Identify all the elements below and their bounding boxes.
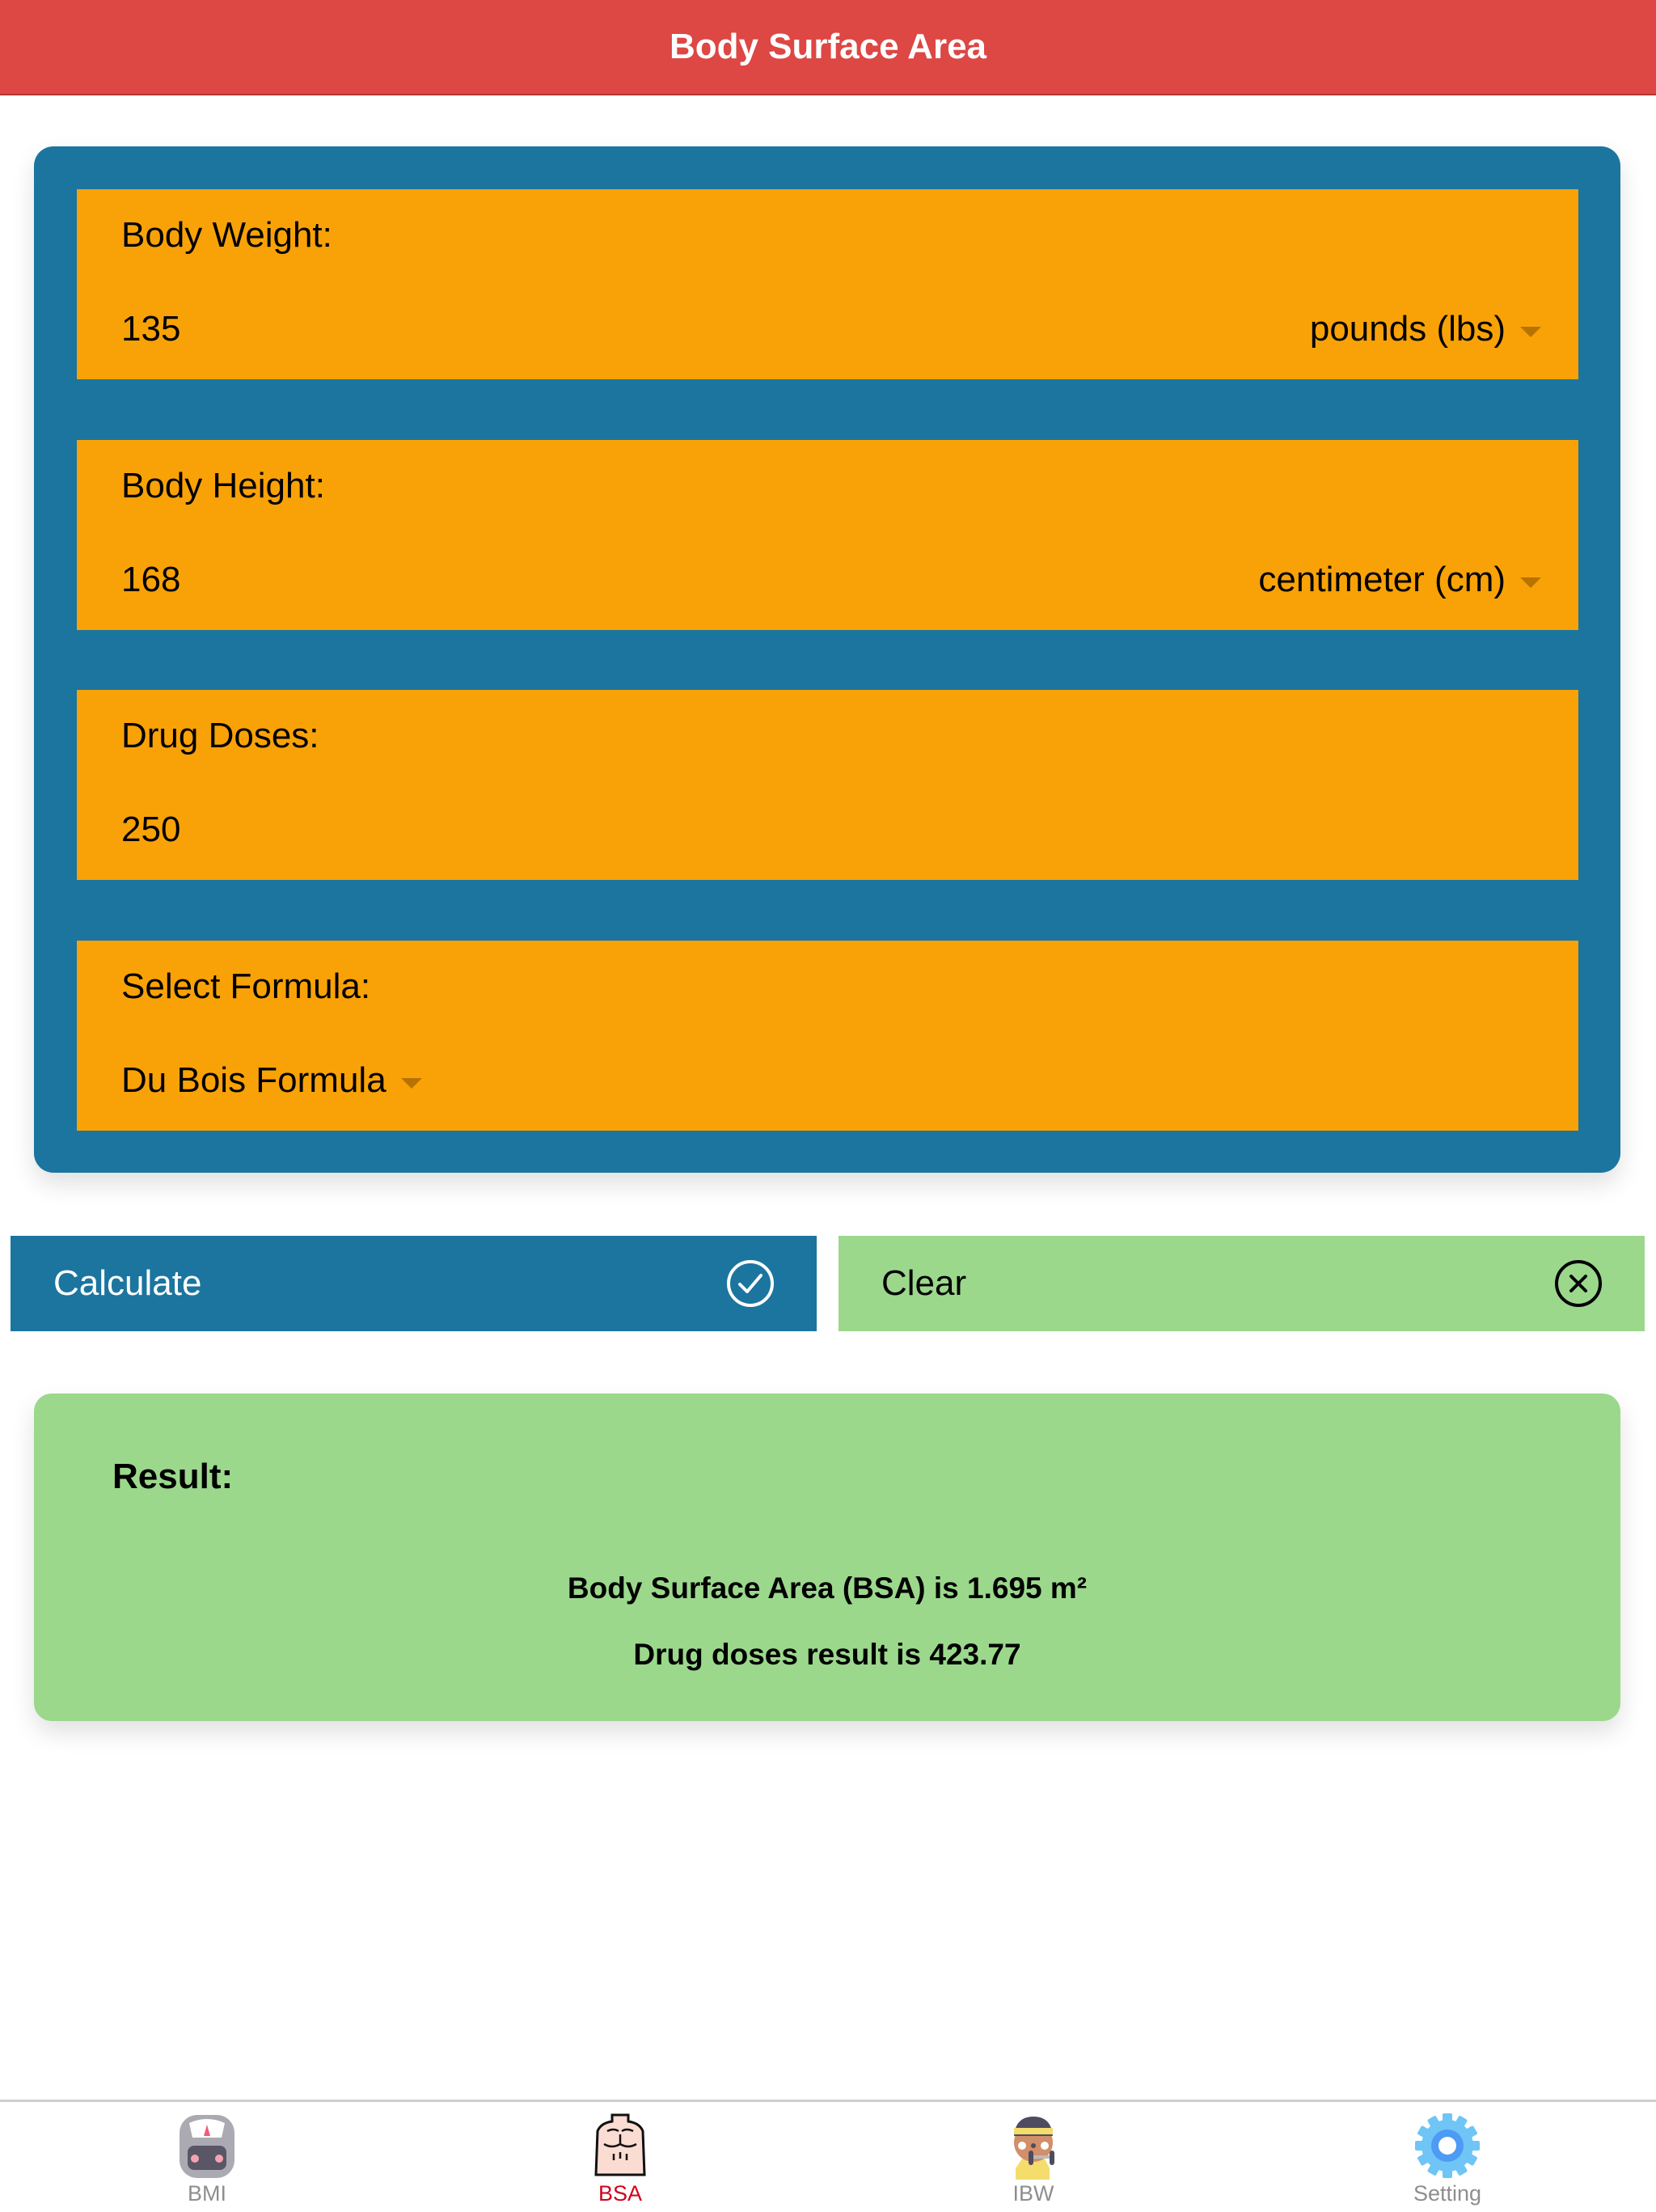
formula-select[interactable]: Du Bois Formula (121, 1060, 422, 1101)
formula-value: Du Bois Formula (121, 1060, 387, 1100)
clear-label: Clear (881, 1263, 967, 1303)
nav-header: Body Surface Area (0, 0, 1656, 95)
tab-bmi[interactable]: BMI (126, 2102, 288, 2212)
weight-unit-select[interactable]: pounds (lbs) (1310, 309, 1541, 349)
body-height-field: Body Height: centimeter (cm) (77, 440, 1578, 630)
body-height-input[interactable] (121, 560, 849, 600)
height-unit-select[interactable]: centimeter (cm) (1258, 560, 1541, 600)
weightlifter-icon (1014, 2117, 1054, 2180)
chevron-down-icon (1520, 577, 1541, 588)
clear-button[interactable]: Clear (839, 1236, 1645, 1331)
scale-icon (180, 2115, 234, 2178)
tab-label: BSA (598, 2181, 643, 2206)
bsa-result: Body Surface Area (BSA) is 1.695 m² (567, 1571, 1088, 1605)
tab-label: Setting (1413, 2181, 1482, 2206)
result-title: Result: (112, 1457, 234, 1496)
gear-icon (1415, 2113, 1480, 2178)
page-title: Body Surface Area (669, 27, 987, 66)
body-weight-label: Body Weight: (121, 215, 332, 255)
chevron-down-icon (1520, 326, 1541, 337)
drug-doses-field: Drug Doses: (77, 690, 1578, 880)
drug-doses-input[interactable] (121, 810, 849, 850)
tab-label: IBW (1012, 2181, 1054, 2206)
check-circle-icon (727, 1260, 774, 1307)
height-unit-value: centimeter (cm) (1258, 560, 1506, 599)
calculate-button[interactable]: Calculate (11, 1236, 817, 1331)
tab-ibw[interactable]: IBW (953, 2102, 1114, 2212)
chevron-down-icon (400, 1077, 422, 1089)
formula-field: Select Formula: Du Bois Formula (77, 941, 1578, 1131)
drug-doses-label: Drug Doses: (121, 716, 319, 755)
tab-bar: BMI BSA IBW Setting (0, 2100, 1656, 2212)
calculate-label: Calculate (53, 1263, 202, 1303)
torso-icon (594, 2113, 646, 2176)
x-circle-icon (1555, 1260, 1602, 1307)
body-height-label: Body Height: (121, 466, 325, 505)
result-card: Result: Body Surface Area (BSA) is 1.695… (34, 1394, 1620, 1721)
input-form-card: Body Weight: pounds (lbs) Body Height: c… (34, 146, 1620, 1173)
tab-setting[interactable]: Setting (1367, 2102, 1528, 2212)
tab-bsa[interactable]: BSA (539, 2102, 701, 2212)
dose-result: Drug doses result is 423.77 (633, 1638, 1021, 1671)
tab-label: BMI (187, 2181, 226, 2206)
formula-label: Select Formula: (121, 966, 371, 1006)
body-weight-field: Body Weight: pounds (lbs) (77, 189, 1578, 379)
body-weight-input[interactable] (121, 309, 849, 349)
weight-unit-value: pounds (lbs) (1309, 309, 1506, 349)
